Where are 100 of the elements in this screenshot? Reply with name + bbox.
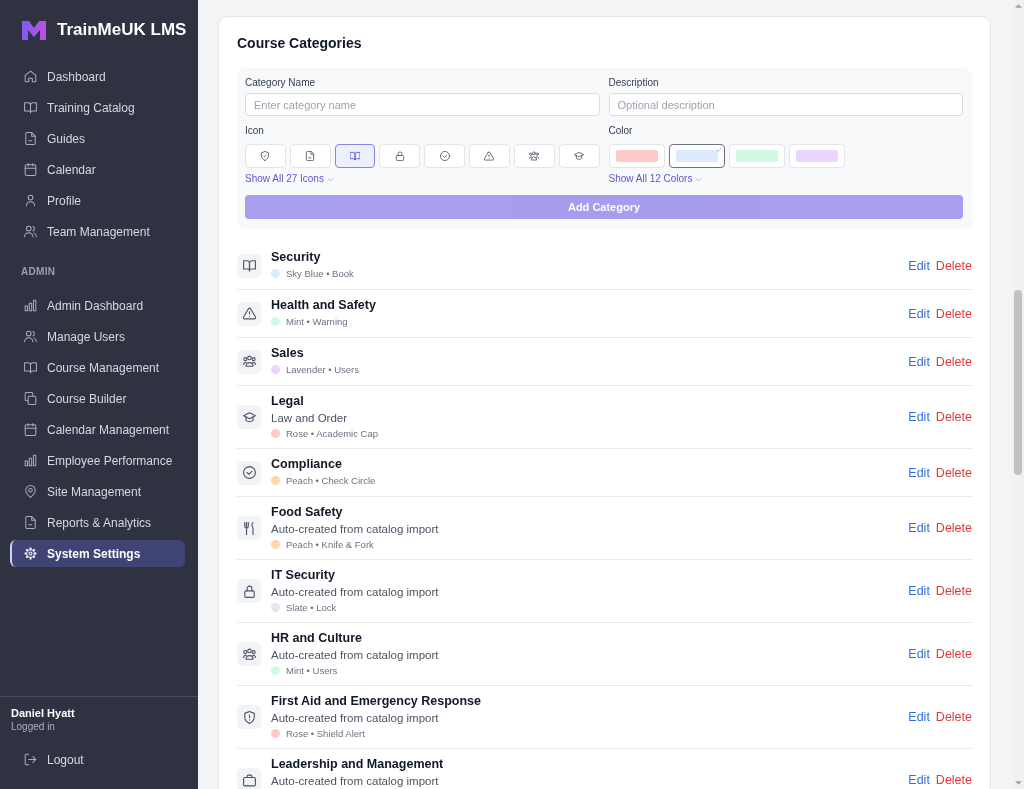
bar-chart-icon [24,454,37,467]
user-group-icon [237,642,261,666]
edit-link[interactable]: Edit [908,646,930,662]
open-book-icon [24,101,37,114]
category-description: Auto-created from catalog import [271,648,439,663]
warning-icon [237,301,261,326]
nav-item[interactable]: Profile [10,187,185,214]
edit-link[interactable]: Edit [908,257,930,274]
category-name: First Aid and Emergency Response [271,693,481,710]
scroll-up-icon[interactable] [1014,4,1022,8]
nav-item[interactable]: Calendar Management [10,416,185,443]
delete-link[interactable]: Delete [935,305,972,322]
edit-link[interactable]: Edit [908,464,930,481]
logout-icon [24,753,37,766]
nav-item[interactable]: Admin Dashboard [10,292,185,319]
calendar-icon [24,423,37,436]
settings-icon [24,547,37,560]
edit-link[interactable]: Edit [908,709,930,725]
delete-link[interactable]: Delete [935,353,972,370]
user-group-icon [237,349,261,374]
calendar-icon [24,163,37,176]
category-description: Law and Order [271,411,348,426]
users-icon [24,330,37,343]
warning-icon [484,151,495,161]
users-icon [24,225,37,238]
bar-chart-icon [24,299,37,312]
edit-link[interactable]: Edit [908,583,930,599]
delete-link[interactable]: Delete [935,464,972,481]
category-name: IT Security [271,567,335,584]
delete-link[interactable]: Delete [935,583,972,599]
nav-item[interactable]: Calendar [10,156,185,183]
document-icon [24,516,37,529]
delete-link[interactable]: Delete [935,409,972,425]
nav-item[interactable]: Team Management [10,218,185,245]
delete-link[interactable]: Delete [935,520,972,536]
document-icon [24,132,37,145]
field-label: Color [608,124,634,138]
nav-item[interactable]: Manage Users [10,323,185,350]
section-heading: ADMIN [20,265,57,279]
category-meta: Peach • Knife & Fork [286,538,374,552]
field-label: Category Name [245,76,317,90]
category-meta: Mint • Warning [286,315,348,329]
location-pin-icon [24,485,37,498]
nav-item[interactable]: Training Catalog [10,94,185,121]
nav-item[interactable]: Dashboard [10,63,185,90]
brand-name: TrainMeUK LMS [57,20,187,40]
category-name-input[interactable]: Enter category name [245,93,600,116]
graduation-cap-icon [574,151,585,161]
category-meta: Rose • Academic Cap [286,427,379,441]
category-meta: Peach • Check Circle [286,474,376,488]
delete-link[interactable]: Delete [935,257,972,274]
nav-item[interactable]: Site Management [10,478,185,505]
home-icon [24,70,37,83]
check-circle-icon [439,151,450,161]
user-name: Daniel Hyatt [11,706,76,720]
edit-link[interactable]: Edit [908,305,930,322]
card-title: Course Categories [237,34,363,52]
nav-item[interactable]: Guides [10,125,185,152]
graduation-cap-icon [237,405,261,429]
scroll-down-icon[interactable] [1014,781,1022,785]
show-all-colors-link[interactable]: Show All 12 Colors [608,173,703,185]
user-group-icon [529,151,540,161]
field-label: Icon [245,124,265,138]
category-description: Auto-created from catalog import [271,711,439,726]
fork-knife-icon [237,516,261,540]
check-icon [715,147,722,153]
nav-item[interactable]: System Settings [10,540,185,567]
open-book-icon [24,361,37,374]
category-meta: Slate • Lock [286,601,337,615]
category-name: Legal [271,393,304,410]
category-name: Compliance [271,456,342,473]
delete-link[interactable]: Delete [935,646,972,662]
category-name: Health and Safety [271,297,376,314]
scrollbar-thumb[interactable] [1014,290,1022,475]
nav-item[interactable]: Reports & Analytics [10,509,185,536]
nav-item[interactable]: Course Builder [10,385,185,412]
nav-item[interactable]: Course Management [10,354,185,381]
color-option-button[interactable] [668,144,725,168]
document-icon [305,151,316,161]
category-name: Sales [271,345,304,362]
lock-icon [394,151,405,161]
logout-button[interactable]: Logout [11,746,96,773]
copy-icon [24,392,37,405]
icon-option-button[interactable] [334,144,376,168]
shield-alert-icon [237,705,261,729]
edit-link[interactable]: Edit [908,772,930,788]
category-description: Auto-created from catalog import [271,585,439,600]
nav-item[interactable]: Employee Performance [10,447,185,474]
category-description: Auto-created from catalog import [271,774,439,789]
edit-link[interactable]: Edit [908,353,930,370]
open-book-icon [350,151,361,161]
description-input[interactable]: Optional description [608,93,963,116]
category-name: Leadership and Management [271,756,444,773]
show-all-icons-link[interactable]: Show All 27 Icons [245,173,334,185]
delete-link[interactable]: Delete [935,709,972,725]
edit-link[interactable]: Edit [908,520,930,536]
category-name: Security [271,249,321,266]
edit-link[interactable]: Edit [908,409,930,425]
category-meta: Mint • Users [286,664,338,678]
delete-link[interactable]: Delete [935,772,972,788]
